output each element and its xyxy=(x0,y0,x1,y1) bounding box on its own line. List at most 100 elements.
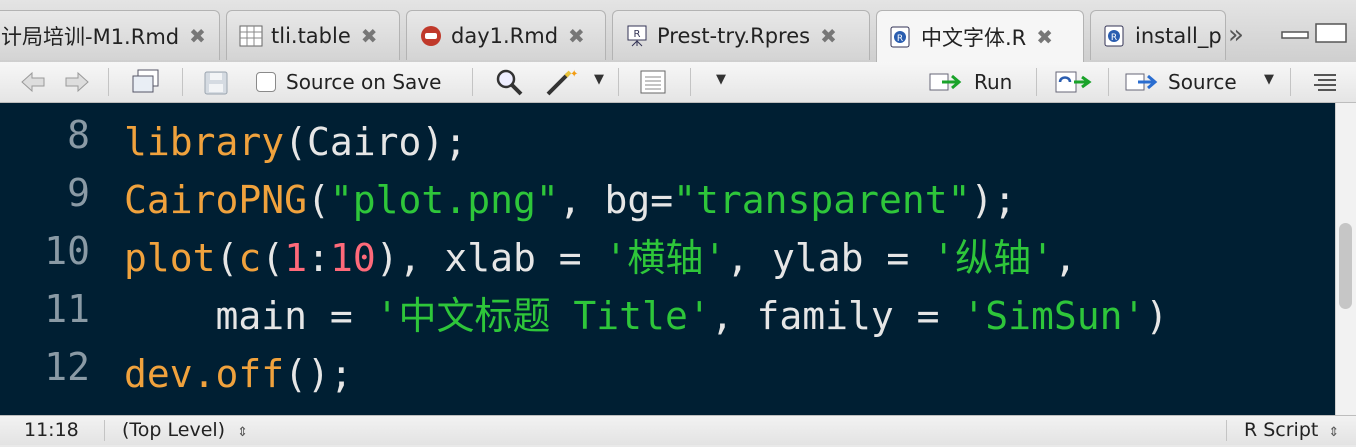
code-editor[interactable]: 8 9 10 11 12 library(Cairo); CairoPNG("p… xyxy=(0,103,1356,415)
tab-m1-rmd[interactable]: 计局培训-M1.Rmd ✖ xyxy=(0,10,220,60)
vertical-scrollbar[interactable] xyxy=(1335,103,1356,415)
toolbar-divider xyxy=(1108,68,1109,96)
checkbox-box[interactable] xyxy=(256,72,276,92)
forward-arrow-icon[interactable] xyxy=(62,70,90,94)
tab-tli-table[interactable]: tli.table ✖ xyxy=(226,10,400,60)
search-icon[interactable] xyxy=(494,67,524,97)
updown-chevron-icon: ⇕ xyxy=(237,425,249,440)
scope-selector[interactable]: (Top Level) ⇕ xyxy=(122,416,248,445)
show-in-window-icon[interactable] xyxy=(130,68,162,96)
tab-label: 中文字体.R xyxy=(921,26,1027,50)
run-button[interactable]: Run xyxy=(928,62,1012,102)
tab-day1-rmd[interactable]: day1.Rmd ✖ xyxy=(406,10,606,60)
code-token: 'SimSun' xyxy=(962,294,1146,338)
source-label: Source xyxy=(1168,70,1237,94)
line-number: 10 xyxy=(44,229,90,273)
code-line: dev.off(); xyxy=(124,345,353,403)
table-icon xyxy=(239,25,263,46)
code-tools-wand-icon[interactable]: ✦ xyxy=(544,67,584,97)
close-icon[interactable]: ✖ xyxy=(568,24,585,48)
file-type-label: R Script xyxy=(1244,419,1319,441)
code-token: (Cairo); xyxy=(284,120,468,164)
code-token: , xyxy=(1053,236,1077,280)
code-token: c xyxy=(238,236,262,280)
close-icon[interactable]: ✖ xyxy=(189,24,206,48)
toolbar-divider xyxy=(108,68,109,96)
maximize-pane-icon[interactable] xyxy=(1314,22,1348,44)
tab-label: tli.table xyxy=(271,23,351,48)
code-token: ( xyxy=(215,236,239,280)
close-icon[interactable]: ✖ xyxy=(820,24,837,48)
tab-label: day1.Rmd xyxy=(451,23,559,48)
scope-label: (Top Level) xyxy=(122,419,226,441)
status-divider xyxy=(1226,420,1227,441)
code-token: 10 xyxy=(329,236,376,280)
status-divider xyxy=(104,420,105,441)
code-line: plot(c(1:10), xlab = '横轴', ylab = '纵轴', xyxy=(124,229,1077,287)
code-token: ( xyxy=(307,178,330,222)
svg-text:R: R xyxy=(634,29,641,40)
minimize-pane-icon[interactable] xyxy=(1280,22,1310,42)
code-token: : xyxy=(307,236,330,280)
code-token: , ylab = xyxy=(726,236,933,280)
toolbar-divider xyxy=(690,68,691,96)
tab-install[interactable]: R install_p xyxy=(1090,10,1226,60)
code-token: , bg= xyxy=(558,178,674,222)
tab-prest-try-rpres[interactable]: R Prest-try.Rpres ✖ xyxy=(612,10,870,60)
code-token: ), xlab = xyxy=(375,236,605,280)
run-label: Run xyxy=(974,70,1013,94)
code-token: '纵轴' xyxy=(932,236,1054,280)
toolbar-divider xyxy=(1036,68,1037,96)
source-on-save-checkbox[interactable]: Source on Save xyxy=(256,62,441,102)
source-button[interactable]: Source xyxy=(1124,62,1237,102)
run-arrow-icon xyxy=(929,73,962,91)
svg-text:R: R xyxy=(1111,33,1117,43)
line-number: 9 xyxy=(67,171,90,215)
editor-tab-bar: 计局培训-M1.Rmd ✖ tli.table ✖ day1.Rmd ✖ R P… xyxy=(0,0,1356,63)
rerun-icon[interactable] xyxy=(1054,69,1094,95)
tab-zhongwen-ziti-r[interactable]: R 中文字体.R ✖ xyxy=(876,10,1084,63)
scrollbar-thumb[interactable] xyxy=(1339,223,1352,309)
editor-toolbar: Source on Save ✦ ▼ ▼ Run Source ▼ xyxy=(0,62,1356,103)
cursor-position: 11:18 xyxy=(24,419,79,441)
source-arrow-icon xyxy=(1125,73,1158,91)
save-icon[interactable] xyxy=(203,70,229,96)
toolbar-divider xyxy=(182,68,183,96)
source-on-save-label: Source on Save xyxy=(286,70,442,94)
code-token: ); xyxy=(970,178,1017,222)
code-token: main = xyxy=(124,294,376,338)
more-tabs-chevron-icon[interactable]: » xyxy=(1228,20,1244,50)
status-bar: 11:18 (Top Level) ⇕ R Script ⇕ xyxy=(0,415,1356,445)
code-token: 1 xyxy=(284,236,308,280)
code-token: "transparent" xyxy=(673,178,971,222)
close-icon[interactable]: ✖ xyxy=(361,24,378,48)
chevron-down-icon[interactable]: ▼ xyxy=(716,72,726,87)
code-token: dev.off xyxy=(124,352,285,396)
code-token: plot xyxy=(124,236,216,280)
toolbar-divider xyxy=(1290,68,1291,96)
updown-chevron-icon: ⇕ xyxy=(1328,425,1340,440)
code-line: main = '中文标题 Title', family = 'SimSun') xyxy=(124,287,1169,345)
chevron-down-icon[interactable]: ▼ xyxy=(594,72,604,87)
rscript-icon: R xyxy=(1104,25,1124,46)
toolbar-divider xyxy=(618,68,619,96)
compile-report-icon[interactable] xyxy=(638,69,668,95)
toolbar-divider xyxy=(472,68,473,96)
line-number: 12 xyxy=(44,345,90,389)
close-icon[interactable]: ✖ xyxy=(1036,25,1053,49)
rmd-icon xyxy=(421,25,441,46)
file-type-selector[interactable]: R Script ⇕ xyxy=(1244,416,1339,445)
code-token: CairoPNG xyxy=(124,178,308,222)
code-token: ( xyxy=(261,236,285,280)
code-token: ) xyxy=(1145,294,1169,338)
tab-label: install_p xyxy=(1135,23,1222,48)
chevron-down-icon[interactable]: ▼ xyxy=(1264,72,1274,87)
back-arrow-icon[interactable] xyxy=(20,70,48,94)
svg-text:R: R xyxy=(897,34,903,44)
tab-label: 计局培训-M1.Rmd xyxy=(1,24,180,49)
code-lines: library(Cairo); CairoPNG("plot.png", bg=… xyxy=(124,103,1168,411)
document-outline-icon[interactable] xyxy=(1312,72,1338,92)
code-line: library(Cairo); xyxy=(124,113,467,171)
rpres-icon: R xyxy=(627,25,647,46)
tab-label: Prest-try.Rpres xyxy=(657,23,811,48)
